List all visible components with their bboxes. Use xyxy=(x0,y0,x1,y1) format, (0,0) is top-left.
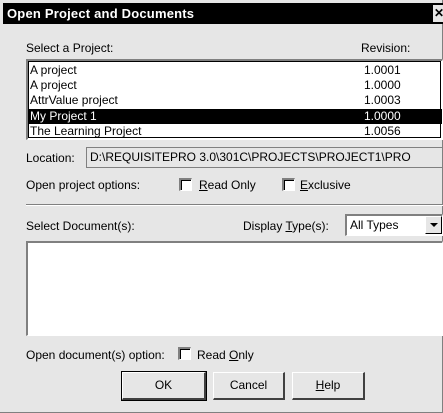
project-revision: 1.0003 xyxy=(364,93,401,108)
exclusive-label[interactable]: Exclusive xyxy=(300,178,351,192)
document-options-label: Open document(s) option: xyxy=(26,348,165,362)
project-revision: 1.0000 xyxy=(364,78,401,93)
project-name: A project xyxy=(30,63,77,77)
revision-header: Revision: xyxy=(361,41,411,55)
document-type-select[interactable]: All Types xyxy=(345,214,443,236)
project-revision: 1.0001 xyxy=(364,63,401,77)
project-name: The Learning Project xyxy=(30,123,142,138)
project-row[interactable]: The Learning Project 1.0056 xyxy=(29,124,442,139)
separator xyxy=(26,204,443,206)
project-row[interactable]: A project 1.0000 xyxy=(29,78,442,93)
read-only-document-checkbox[interactable] xyxy=(178,347,191,360)
project-row[interactable]: A project 1.0001 xyxy=(29,63,442,78)
project-name: My Project 1 xyxy=(30,108,97,123)
project-name: A project xyxy=(30,78,77,93)
location-label: Location: xyxy=(26,151,75,165)
project-revision: 1.0056 xyxy=(364,123,401,138)
open-project-dialog: Open Project and Documents ✕ Select a Pr… xyxy=(0,0,443,413)
project-list[interactable]: A project 1.0001 A project 1.0000 AttrValue … xyxy=(26,59,443,140)
exclusive-checkbox[interactable] xyxy=(282,178,295,191)
document-type-value: All Types xyxy=(350,218,399,232)
location-field: D:\REQUISITEPRO 3.0\301C\PROJECTS\PROJEC… xyxy=(86,147,443,168)
project-revision: 1.0000 xyxy=(364,108,401,123)
close-icon[interactable]: ✕ xyxy=(433,5,443,22)
chevron-down-icon[interactable] xyxy=(425,216,442,234)
ok-button[interactable]: OK xyxy=(121,371,207,401)
dialog-title: Open Project and Documents xyxy=(7,6,195,21)
select-project-label: Select a Project: xyxy=(26,41,114,55)
project-row[interactable]: My Project 1 1.0000 xyxy=(29,108,442,124)
help-button[interactable]: Help xyxy=(292,372,365,400)
read-only-project-checkbox[interactable] xyxy=(179,178,192,191)
read-only-project-label[interactable]: Read Only xyxy=(199,178,256,192)
select-documents-label: Select Document(s): xyxy=(26,219,135,233)
document-list[interactable] xyxy=(26,241,443,336)
cancel-button[interactable]: Cancel xyxy=(213,372,285,400)
project-name: AttrValue project xyxy=(30,93,118,108)
project-row[interactable]: AttrValue project 1.0003 xyxy=(29,93,442,108)
project-options-label: Open project options: xyxy=(26,178,141,192)
read-only-document-label[interactable]: Read Only xyxy=(197,348,254,362)
title-bar: Open Project and Documents ✕ xyxy=(3,3,443,24)
display-types-label: Display Type(s): xyxy=(243,219,329,233)
